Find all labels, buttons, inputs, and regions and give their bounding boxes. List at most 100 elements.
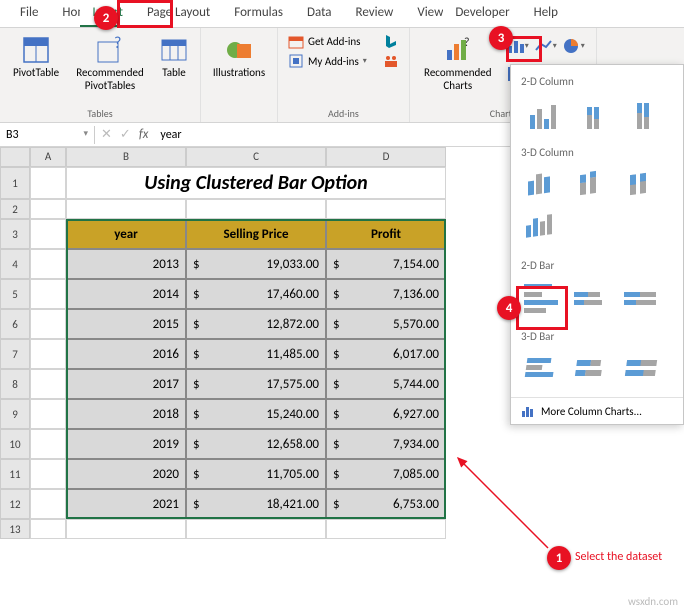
- people-graph-button[interactable]: [379, 52, 403, 70]
- fx-icon[interactable]: fx: [139, 127, 149, 142]
- cell-profit[interactable]: $7,934.00: [326, 429, 446, 459]
- confirm-icon[interactable]: ✓: [120, 127, 131, 142]
- tab-file[interactable]: File: [8, 0, 50, 27]
- 3d-stacked-column-thumb[interactable]: [571, 167, 615, 203]
- cell-profit[interactable]: $7,136.00: [326, 279, 446, 309]
- header-year[interactable]: year: [66, 219, 186, 249]
- cell-year[interactable]: 2014: [66, 279, 186, 309]
- select-all-corner[interactable]: [0, 147, 30, 167]
- name-box[interactable]: B3▾: [0, 126, 95, 144]
- clustered-bar-thumb[interactable]: [521, 280, 565, 316]
- cell-year[interactable]: 2021: [66, 489, 186, 519]
- cell[interactable]: [326, 199, 446, 219]
- cell-price[interactable]: $12,872.00: [186, 309, 326, 339]
- cell[interactable]: [30, 459, 66, 489]
- cell[interactable]: [30, 369, 66, 399]
- cell-price[interactable]: $17,575.00: [186, 369, 326, 399]
- 3d-100-stacked-bar-thumb[interactable]: [621, 351, 665, 387]
- header-profit[interactable]: Profit: [326, 219, 446, 249]
- cell[interactable]: [30, 219, 66, 249]
- table-button[interactable]: Table: [154, 32, 194, 81]
- cell-profit[interactable]: $7,085.00: [326, 459, 446, 489]
- row-header[interactable]: 4: [0, 249, 30, 279]
- tab-view[interactable]: View: [405, 0, 443, 27]
- cell-price[interactable]: $17,460.00: [186, 279, 326, 309]
- cell[interactable]: [30, 309, 66, 339]
- stacked-bar-thumb[interactable]: [571, 280, 615, 316]
- row-header[interactable]: 6: [0, 309, 30, 339]
- cell[interactable]: [30, 519, 66, 539]
- cell[interactable]: [30, 339, 66, 369]
- row-header[interactable]: 13: [0, 519, 30, 539]
- illustrations-button[interactable]: Illustrations: [207, 32, 271, 81]
- recommended-pivot-button[interactable]: ? Recommended PivotTables: [68, 32, 152, 94]
- cell[interactable]: [30, 279, 66, 309]
- col-header-d[interactable]: D: [326, 147, 446, 167]
- cell[interactable]: [30, 249, 66, 279]
- row-header[interactable]: 7: [0, 339, 30, 369]
- tab-help[interactable]: Help: [522, 0, 570, 27]
- cell-year[interactable]: 2016: [66, 339, 186, 369]
- cell-year[interactable]: 2013: [66, 249, 186, 279]
- my-addins-button[interactable]: My Add-ins▾: [284, 52, 371, 70]
- 3d-clustered-column-thumb[interactable]: [521, 167, 565, 203]
- cell-profit[interactable]: $6,927.00: [326, 399, 446, 429]
- 3d-stacked-bar-thumb[interactable]: [571, 351, 615, 387]
- 100-stacked-column-thumb[interactable]: [621, 96, 665, 132]
- cell-profit[interactable]: $6,017.00: [326, 339, 446, 369]
- cell-price[interactable]: $11,485.00: [186, 339, 326, 369]
- cell[interactable]: [30, 399, 66, 429]
- cell-price[interactable]: $12,658.00: [186, 429, 326, 459]
- tab-developer[interactable]: Developer: [443, 0, 521, 27]
- header-price[interactable]: Selling Price: [186, 219, 326, 249]
- cell-year[interactable]: 2020: [66, 459, 186, 489]
- cell-price[interactable]: $11,705.00: [186, 459, 326, 489]
- cell-year[interactable]: 2017: [66, 369, 186, 399]
- cell-profit[interactable]: $5,744.00: [326, 369, 446, 399]
- tab-formulas[interactable]: Formulas: [222, 0, 295, 27]
- cell[interactable]: [30, 489, 66, 519]
- cell[interactable]: [326, 519, 446, 539]
- cell[interactable]: [186, 199, 326, 219]
- cell-profit[interactable]: $6,753.00: [326, 489, 446, 519]
- title-cell[interactable]: Using Clustered Bar Option: [66, 167, 446, 199]
- get-addins-button[interactable]: Get Add-ins: [284, 32, 371, 50]
- bing-maps-button[interactable]: [379, 32, 403, 50]
- cell[interactable]: [30, 167, 66, 199]
- cell-price[interactable]: $18,421.00: [186, 489, 326, 519]
- col-header-c[interactable]: C: [186, 147, 326, 167]
- tab-home[interactable]: Home: [50, 0, 80, 27]
- tab-data[interactable]: Data: [295, 0, 344, 27]
- pie-chart-button[interactable]: ▾: [562, 36, 586, 56]
- cell-price[interactable]: $19,033.00: [186, 249, 326, 279]
- row-header[interactable]: 5: [0, 279, 30, 309]
- col-header-b[interactable]: B: [66, 147, 186, 167]
- 3d-100-stacked-thumb[interactable]: [621, 167, 665, 203]
- line-chart-button[interactable]: ▾: [534, 36, 558, 56]
- cell-year[interactable]: 2018: [66, 399, 186, 429]
- cell-profit[interactable]: $7,154.00: [326, 249, 446, 279]
- stacked-column-thumb[interactable]: [571, 96, 615, 132]
- cell[interactable]: [186, 519, 326, 539]
- cell-profit[interactable]: $5,570.00: [326, 309, 446, 339]
- clustered-column-thumb[interactable]: [521, 96, 565, 132]
- row-header[interactable]: 12: [0, 489, 30, 519]
- cell-year[interactable]: 2015: [66, 309, 186, 339]
- row-header[interactable]: 3: [0, 219, 30, 249]
- row-header[interactable]: 1: [0, 167, 30, 199]
- cancel-icon[interactable]: ✕: [101, 127, 112, 142]
- cell[interactable]: [66, 199, 186, 219]
- tab-pagelayout[interactable]: Page Layout: [135, 0, 222, 27]
- 3d-column-thumb[interactable]: [521, 209, 565, 245]
- cell-price[interactable]: $15,240.00: [186, 399, 326, 429]
- cell[interactable]: [30, 429, 66, 459]
- pivottable-button[interactable]: PivotTable: [6, 32, 66, 81]
- cell[interactable]: [66, 519, 186, 539]
- tab-review[interactable]: Review: [344, 0, 406, 27]
- 3d-clustered-bar-thumb[interactable]: [521, 351, 565, 387]
- 100-stacked-bar-thumb[interactable]: [621, 280, 665, 316]
- recommended-charts-button[interactable]: ? Recommended Charts: [416, 32, 500, 94]
- row-header[interactable]: 8: [0, 369, 30, 399]
- cell-year[interactable]: 2019: [66, 429, 186, 459]
- more-column-charts-link[interactable]: More Column Charts...: [511, 397, 683, 424]
